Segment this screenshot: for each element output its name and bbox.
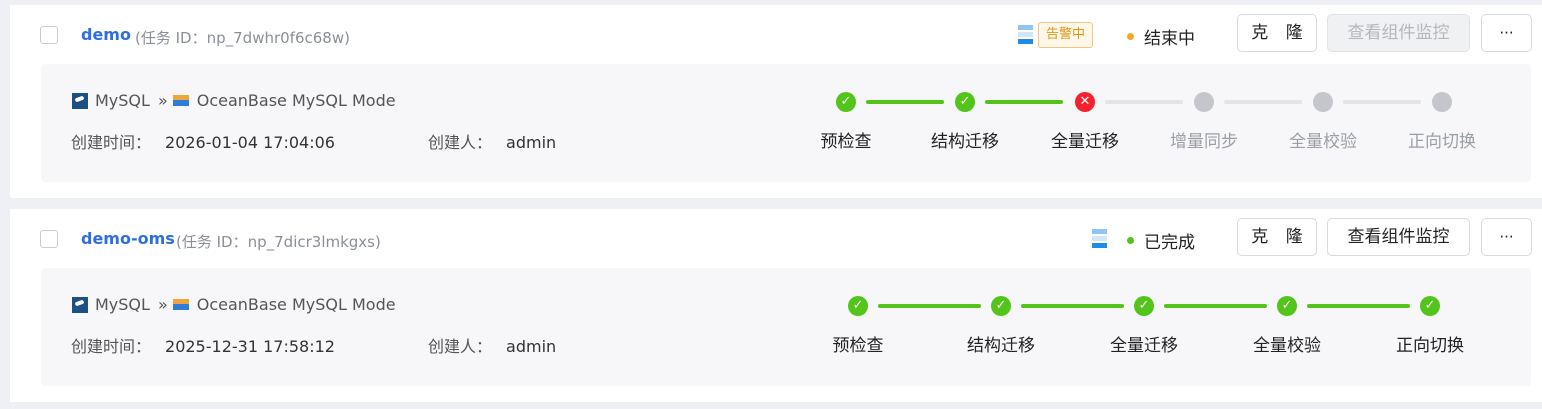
check-icon: ✓ [836, 92, 856, 112]
stripe-icon [1092, 229, 1107, 251]
check-icon: ✓ [1420, 296, 1440, 316]
source-db: MySQL [95, 91, 150, 110]
mysql-icon [72, 296, 88, 313]
clone-button[interactable]: 克 隆 [1237, 14, 1317, 52]
step-connector [1343, 100, 1421, 104]
migration-path: MySQL » OceanBase MySQL Mode [72, 91, 396, 110]
oceanbase-icon [172, 299, 189, 310]
task-name-link[interactable]: demo-oms [81, 229, 175, 248]
check-icon: ✓ [955, 92, 975, 112]
alert-badge: 告警中 [1038, 22, 1094, 48]
status-text: 结束中 [1144, 29, 1195, 49]
stripe-icon [1018, 25, 1033, 47]
oceanbase-icon [172, 95, 189, 106]
task-detail-panel: MySQL » OceanBase MySQL Mode 创建时间： 2026-0… [41, 64, 1531, 182]
error-icon: ✕ [1075, 92, 1095, 112]
step-connector [866, 100, 944, 104]
mysql-icon [72, 92, 88, 109]
step-label: 全量校验 [1289, 132, 1357, 152]
step-connector [1164, 304, 1267, 308]
task-name-link[interactable]: demo [81, 25, 131, 44]
view-monitor-button[interactable]: 查看组件监控 [1327, 14, 1470, 52]
step-label: 预检查 [820, 132, 872, 152]
task-checkbox[interactable] [40, 26, 58, 44]
source-db: MySQL [95, 295, 150, 314]
target-db: OceanBase MySQL Mode [196, 295, 396, 314]
creator: 创建人： admin [428, 337, 557, 356]
step-label: 全量迁移 [1110, 336, 1178, 356]
task-card-demo-oms: demo-oms (任务 ID：np_7dicr3lmkgxs) 已完成 克 隆… [10, 209, 1542, 402]
step-label: 正向切换 [1396, 336, 1464, 356]
created-time: 创建时间： 2026-01-04 17:04:06 [71, 133, 335, 152]
step-label: 结构迁移 [967, 336, 1035, 356]
migration-path: MySQL » OceanBase MySQL Mode [72, 295, 396, 314]
more-button[interactable]: ··· [1481, 14, 1532, 52]
more-button[interactable]: ··· [1481, 218, 1532, 256]
status-text: 已完成 [1144, 233, 1195, 253]
step-label: 预检查 [832, 336, 884, 356]
pending-icon [1432, 92, 1452, 112]
task-card-demo: demo (任务 ID：np_7dwhr0f6c68w) 告警中 结束中 克 隆… [10, 5, 1542, 198]
task-id: (任务 ID：np_7dicr3lmkgxs) [176, 233, 381, 251]
check-icon: ✓ [991, 296, 1011, 316]
pending-icon [1313, 92, 1333, 112]
task-checkbox[interactable] [40, 230, 58, 248]
step-connector [985, 100, 1063, 104]
creator: 创建人： admin [428, 133, 557, 152]
step-connector [878, 304, 981, 308]
step-connector [1224, 100, 1302, 104]
step-connector [1021, 304, 1124, 308]
clone-button[interactable]: 克 隆 [1237, 218, 1317, 256]
double-chevron-icon: » [157, 91, 168, 110]
status-dot [1127, 33, 1134, 40]
status-dot [1127, 237, 1134, 244]
step-label: 增量同步 [1170, 132, 1238, 152]
step-label: 结构迁移 [931, 132, 999, 152]
step-connector [1307, 304, 1410, 308]
step-label: 全量迁移 [1051, 132, 1119, 152]
check-icon: ✓ [1277, 296, 1297, 316]
target-db: OceanBase MySQL Mode [196, 91, 396, 110]
check-icon: ✓ [848, 296, 868, 316]
step-connector [1105, 100, 1183, 104]
step-label: 全量校验 [1253, 336, 1321, 356]
task-detail-panel: MySQL » OceanBase MySQL Mode 创建时间： 2025-1… [41, 268, 1531, 386]
check-icon: ✓ [1134, 296, 1154, 316]
pending-icon [1194, 92, 1214, 112]
view-monitor-button[interactable]: 查看组件监控 [1327, 218, 1470, 256]
step-label: 正向切换 [1408, 132, 1476, 152]
task-id: (任务 ID：np_7dwhr0f6c68w) [135, 29, 350, 47]
created-time: 创建时间： 2025-12-31 17:58:12 [71, 337, 335, 356]
double-chevron-icon: » [157, 295, 168, 314]
